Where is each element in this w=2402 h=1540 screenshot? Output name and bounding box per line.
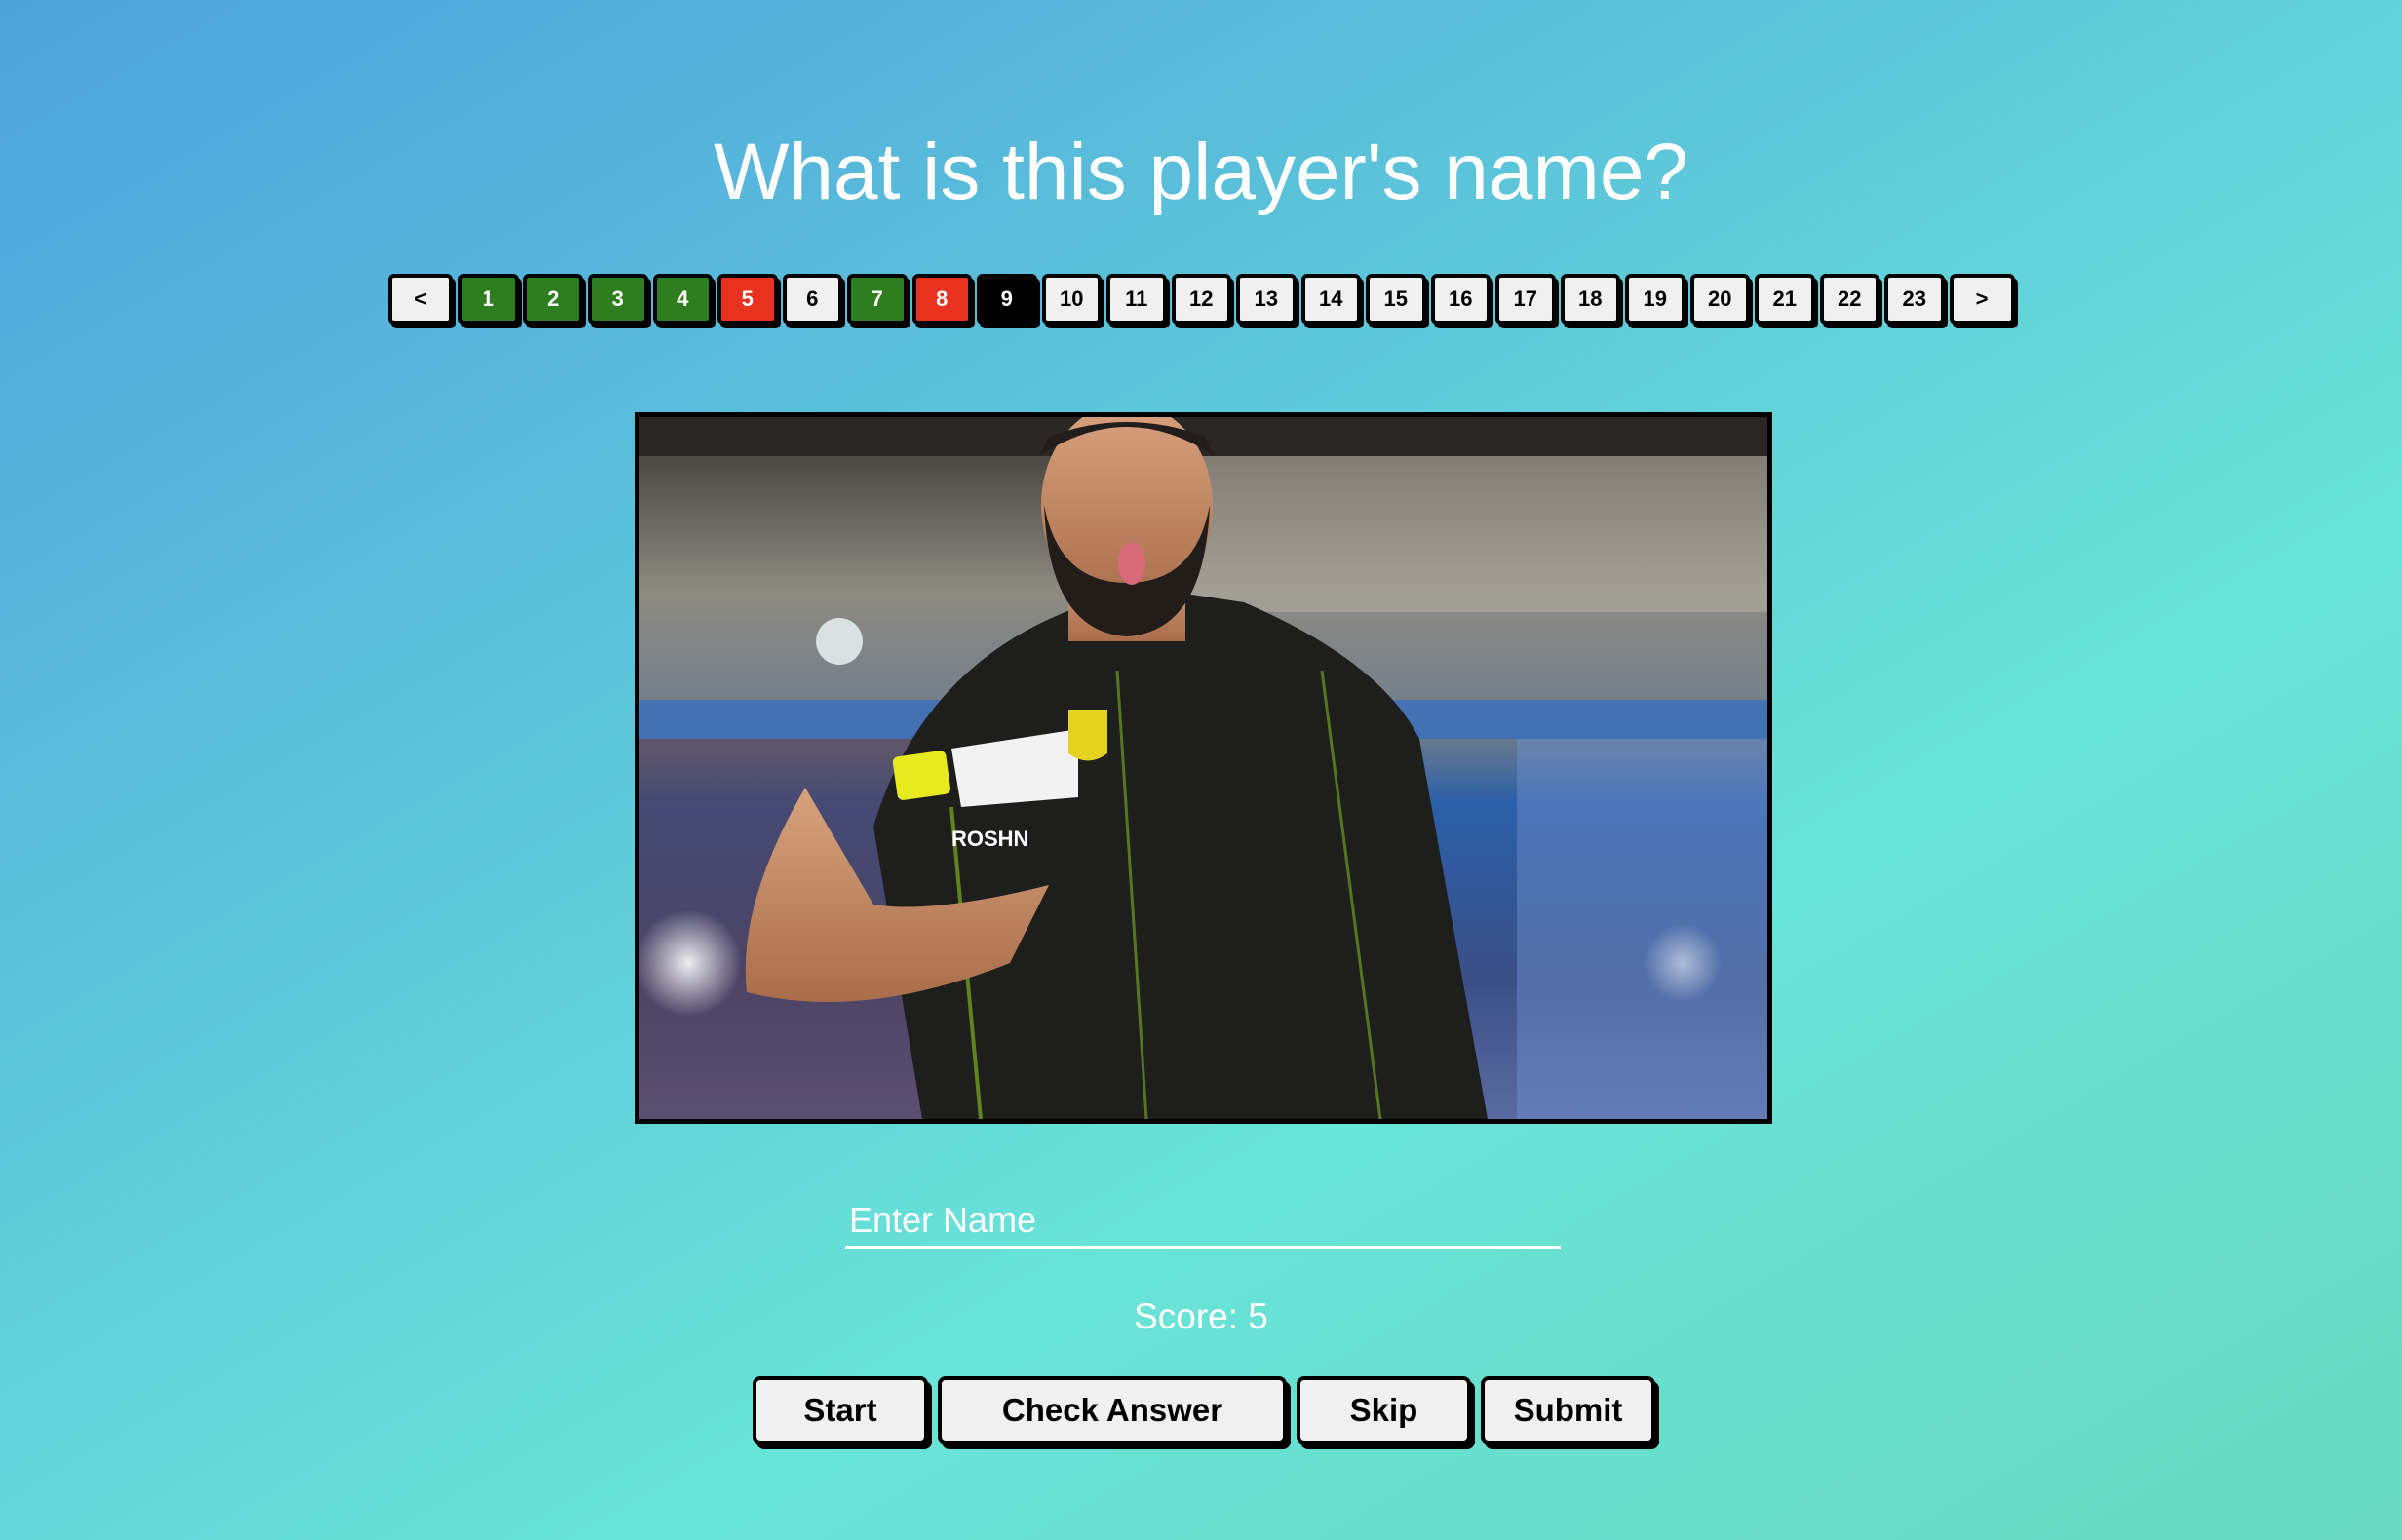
- page-button[interactable]: 17: [1495, 274, 1556, 325]
- question-title: What is this player's name?: [713, 128, 1689, 216]
- score-display: Score: 5: [1134, 1296, 1268, 1336]
- page-button[interactable]: 11: [1106, 274, 1167, 325]
- page-button[interactable]: 12: [1171, 274, 1231, 325]
- page-button[interactable]: 5: [717, 274, 778, 325]
- page-button[interactable]: 6: [782, 274, 842, 325]
- page-button[interactable]: 15: [1366, 274, 1426, 325]
- page-button[interactable]: 22: [1819, 274, 1879, 325]
- check-answer-button[interactable]: Check Answer: [938, 1376, 1287, 1444]
- page-button[interactable]: 1: [458, 274, 519, 325]
- jersey-sponsor: ROSHN: [951, 827, 1028, 851]
- prev-page-button[interactable]: <: [388, 274, 453, 325]
- skip-button[interactable]: Skip: [1297, 1376, 1471, 1444]
- player-name-input[interactable]: [845, 1194, 1561, 1249]
- page-button[interactable]: 20: [1689, 274, 1750, 325]
- action-buttons: Start Check Answer Skip Submit: [753, 1376, 1655, 1444]
- page-button[interactable]: 19: [1625, 274, 1685, 325]
- page-button[interactable]: 21: [1755, 274, 1815, 325]
- page-button[interactable]: 3: [588, 274, 648, 325]
- page-button[interactable]: 23: [1884, 274, 1945, 325]
- page-button[interactable]: 18: [1560, 274, 1620, 325]
- page-button[interactable]: 10: [1041, 274, 1102, 325]
- page-button[interactable]: 7: [847, 274, 908, 325]
- start-button[interactable]: Start: [753, 1376, 928, 1444]
- next-page-button[interactable]: >: [1949, 274, 2015, 325]
- page-button[interactable]: 16: [1430, 274, 1491, 325]
- player-photo: ROSHN: [635, 412, 1772, 1124]
- submit-button[interactable]: Submit: [1481, 1376, 1655, 1444]
- page-button[interactable]: 9: [977, 274, 1037, 325]
- page-button[interactable]: 14: [1300, 274, 1361, 325]
- page-button[interactable]: 13: [1236, 274, 1297, 325]
- page-button[interactable]: 4: [652, 274, 713, 325]
- question-pager: < 1 2 3 4 5 6 7 8 9 10 11 12 13 14 15 16…: [388, 274, 2015, 325]
- page-button[interactable]: 8: [911, 274, 972, 325]
- page-button[interactable]: 2: [523, 274, 583, 325]
